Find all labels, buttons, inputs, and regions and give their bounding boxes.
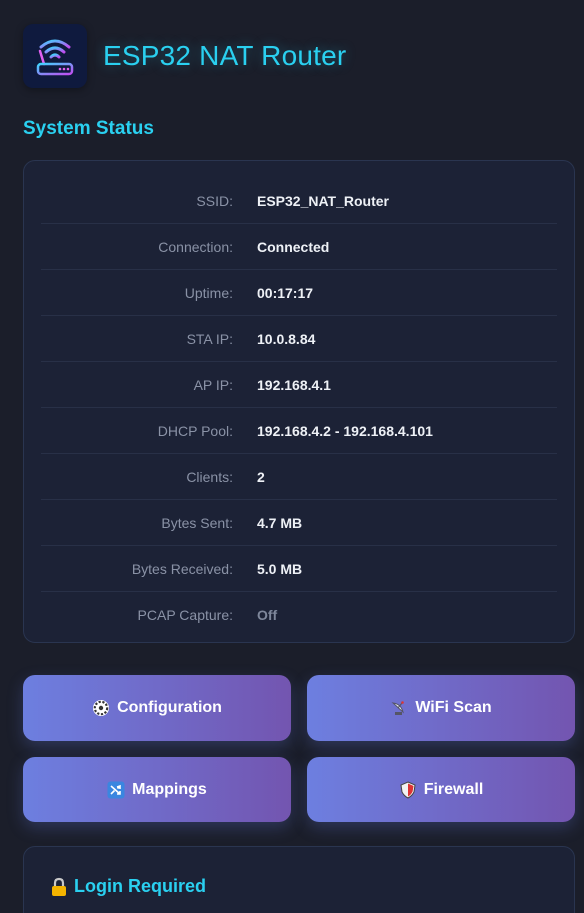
status-row-uptime: Uptime: 00:17:17	[41, 270, 557, 316]
status-value: 5.0 MB	[257, 560, 303, 577]
mappings-label: Mappings	[132, 780, 207, 798]
login-card: Login Required	[23, 846, 575, 913]
status-value: 2	[257, 468, 265, 485]
status-value: ESP32_NAT_Router	[257, 192, 390, 209]
status-value: 192.168.4.2 - 192.168.4.101	[257, 422, 433, 439]
status-label: Uptime:	[184, 284, 233, 301]
login-title-text: Login Required	[74, 876, 206, 896]
status-row-connection: Connection: Connected	[41, 224, 557, 270]
satellite-dish-icon	[390, 699, 408, 717]
wifi-scan-label: WiFi Scan	[415, 699, 492, 716]
status-row-ssid: SSID: ESP32_NAT_Router	[41, 178, 557, 224]
header: ESP32 NAT Router	[23, 24, 346, 88]
status-label: Bytes Sent:	[161, 514, 233, 531]
app-title: ESP32 NAT Router	[103, 40, 347, 71]
lock-icon	[50, 877, 68, 897]
wifi-router-icon	[23, 24, 87, 88]
status-card: SSID: ESP32_NAT_Router Connection: Conne…	[23, 160, 575, 643]
status-row-dhcp-pool: DHCP Pool: 192.168.4.2 - 192.168.4.101	[41, 408, 557, 454]
status-row-bytes-sent: Bytes Sent: 4.7 MB	[41, 500, 557, 546]
status-label: STA IP:	[186, 330, 233, 347]
status-label: AP IP:	[193, 376, 233, 393]
status-value: 4.7 MB	[257, 514, 303, 531]
status-value: Off	[257, 606, 278, 623]
configuration-button[interactable]: Configuration	[23, 675, 291, 741]
firewall-button[interactable]: Firewall	[307, 757, 575, 822]
status-row-clients: Clients: 2	[41, 454, 557, 500]
mappings-button[interactable]: Mappings	[23, 757, 291, 822]
status-value: 00:17:17	[257, 284, 314, 301]
status-label: Clients:	[186, 468, 233, 485]
status-value: Connected	[257, 238, 330, 255]
login-title: Login Required	[50, 876, 206, 897]
status-value: 192.168.4.1	[257, 376, 331, 393]
section-title-system-status: System Status	[23, 118, 154, 139]
status-label: SSID:	[196, 192, 233, 209]
status-label: PCAP Capture:	[137, 606, 233, 623]
status-row-sta-ip: STA IP: 10.0.8.84	[41, 316, 557, 362]
status-label: DHCP Pool:	[157, 422, 233, 439]
shuffle-icon	[107, 781, 125, 799]
firewall-label: Firewall	[423, 780, 484, 798]
wifi-scan-button[interactable]: WiFi Scan	[307, 675, 575, 741]
gear-icon	[92, 699, 110, 717]
shield-icon	[399, 780, 417, 799]
status-row-ap-ip: AP IP: 192.168.4.1	[41, 362, 557, 408]
page: ESP32 NAT Router System Status SSID: ESP…	[0, 0, 584, 913]
status-label: Connection:	[158, 238, 233, 255]
status-row-pcap-capture: PCAP Capture: Off	[41, 592, 557, 637]
configuration-label: Configuration	[117, 699, 222, 716]
status-row-bytes-received: Bytes Received: 5.0 MB	[41, 546, 557, 592]
status-label: Bytes Received:	[131, 560, 233, 577]
status-value: 10.0.8.84	[257, 330, 316, 347]
